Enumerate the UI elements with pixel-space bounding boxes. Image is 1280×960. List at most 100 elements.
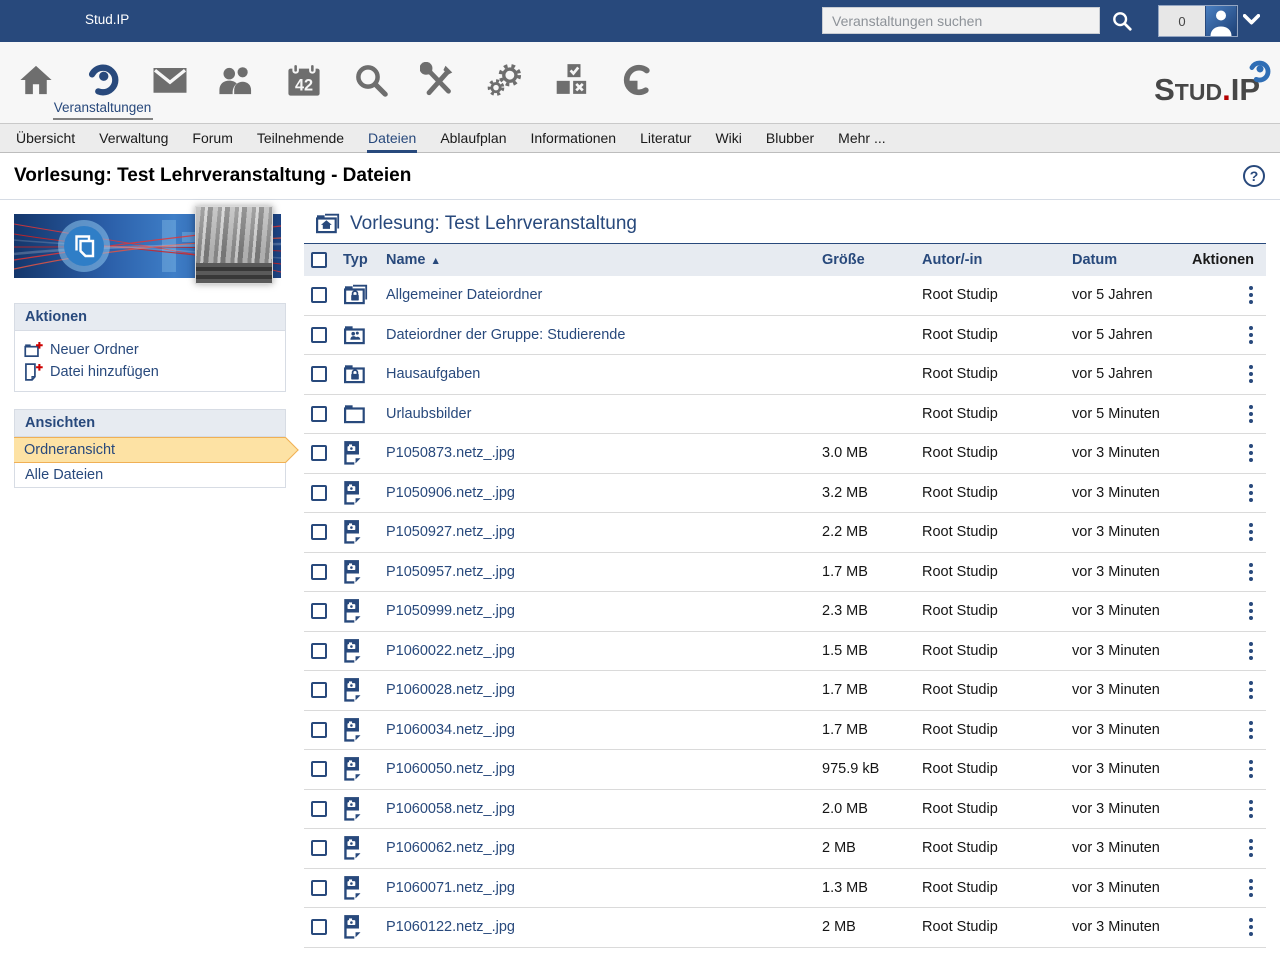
active-view-arrow [273,437,299,463]
row-actions-menu[interactable] [1249,681,1266,700]
file-link[interactable]: P1060122.netz_.jpg [386,919,822,935]
chevron-down-icon[interactable] [1243,14,1260,26]
file-author: Root Studip [922,287,998,304]
row-checkbox[interactable] [311,919,327,936]
row-actions-menu[interactable] [1249,641,1266,660]
file-link[interactable]: Hausaufgaben [386,366,822,382]
row-checkbox[interactable] [311,603,327,620]
table-row: P1060122.netz_.jpg 2 MB Root Studip vor … [304,908,1266,948]
view-all-files[interactable]: Alle Dateien [15,463,285,487]
search-icon[interactable] [1111,10,1133,32]
file-link[interactable]: P1050873.netz_.jpg [386,445,822,461]
nav-messages[interactable] [136,42,203,123]
file-link[interactable]: Allgemeiner Dateiordner [386,287,822,303]
tab-wiki[interactable]: Wiki [703,124,753,152]
nav-resources[interactable] [605,42,672,123]
file-date: vor 3 Minuten [1072,840,1160,857]
file-image-icon [343,519,386,545]
view-folder-view[interactable]: Ordneransicht [14,437,299,463]
row-checkbox[interactable] [311,840,327,857]
nav-admin[interactable] [471,42,538,123]
nav-calendar[interactable]: 42 [270,42,337,123]
tab-blubber[interactable]: Blubber [754,124,826,152]
course-photo [195,206,273,284]
row-actions-menu[interactable] [1249,483,1266,502]
column-name[interactable]: Name ▲ [386,252,822,268]
row-checkbox[interactable] [311,800,327,817]
row-actions-menu[interactable] [1249,839,1266,858]
row-checkbox[interactable] [311,721,327,738]
file-link[interactable]: P1060071.netz_.jpg [386,880,822,896]
file-link[interactable]: P1050957.netz_.jpg [386,564,822,580]
column-date[interactable]: Datum [1072,252,1192,268]
column-size[interactable]: Größe [822,252,922,268]
nav-tools[interactable] [404,42,471,123]
file-link[interactable]: Dateiordner der Gruppe: Studierende [386,327,822,343]
row-actions-menu[interactable] [1249,404,1266,423]
column-author[interactable]: Autor/-in [922,252,1072,268]
row-checkbox[interactable] [311,761,327,778]
vote-icon [555,61,589,98]
tab-dateien[interactable]: Dateien [356,124,428,153]
row-actions-menu[interactable] [1249,523,1266,542]
row-checkbox[interactable] [311,642,327,659]
file-link[interactable]: P1060034.netz_.jpg [386,722,822,738]
tab-verwaltung[interactable]: Verwaltung [87,124,180,152]
row-actions-menu[interactable] [1249,365,1266,384]
row-actions-menu[interactable] [1249,562,1266,581]
row-actions-menu[interactable] [1249,325,1266,344]
file-link[interactable]: Urlaubsbilder [386,406,822,422]
column-typ[interactable]: Typ [343,252,386,268]
tab-ablaufplan[interactable]: Ablaufplan [428,124,518,152]
nav-evaluation[interactable] [538,42,605,123]
row-checkbox[interactable] [311,484,327,501]
row-actions-menu[interactable] [1249,602,1266,621]
notification-count[interactable]: 0 [1159,6,1205,36]
row-checkbox[interactable] [311,524,327,541]
nav-search[interactable] [337,42,404,123]
row-checkbox[interactable] [311,366,327,383]
file-date: vor 3 Minuten [1072,524,1160,541]
row-actions-menu[interactable] [1249,286,1266,305]
tab-mehr[interactable]: Mehr ... [826,124,897,152]
search-icon [353,61,389,98]
add-file-action[interactable]: Datei hinzufügen [24,361,276,383]
tab-informationen[interactable]: Informationen [518,124,628,152]
row-checkbox[interactable] [311,326,327,343]
avatar[interactable] [1205,6,1237,36]
file-table-header: Typ Name ▲ Größe Autor/-in Datum Aktionen [304,243,1266,276]
nav-courses[interactable]: Veranstaltungen [52,42,153,123]
row-checkbox[interactable] [311,405,327,422]
file-link[interactable]: P1060050.netz_.jpg [386,761,822,777]
row-actions-menu[interactable] [1249,918,1266,937]
row-checkbox[interactable] [311,682,327,699]
tab-uebersicht[interactable]: Übersicht [4,124,87,152]
row-actions-menu[interactable] [1249,799,1266,818]
row-checkbox[interactable] [311,563,327,580]
tab-forum[interactable]: Forum [180,124,244,152]
row-actions-menu[interactable] [1249,444,1266,463]
file-link[interactable]: P1050999.netz_.jpg [386,603,822,619]
row-checkbox[interactable] [311,879,327,896]
course-search-input[interactable] [822,7,1100,34]
tab-literatur[interactable]: Literatur [628,124,703,152]
nav-community[interactable] [203,42,270,123]
row-actions-menu[interactable] [1249,878,1266,897]
row-checkbox[interactable] [311,445,327,462]
new-folder-action[interactable]: Neuer Ordner [24,339,276,361]
file-link[interactable]: P1050906.netz_.jpg [386,485,822,501]
community-icon [218,61,256,98]
file-link[interactable]: P1050927.netz_.jpg [386,524,822,540]
main-navigation: Veranstaltungen 42 STUD.IP [0,42,1280,123]
tab-teilnehmende[interactable]: Teilnehmende [245,124,356,152]
help-icon[interactable]: ? [1243,165,1265,187]
file-link[interactable]: P1060058.netz_.jpg [386,801,822,817]
select-all-checkbox[interactable] [311,252,327,268]
table-row: P1050999.netz_.jpg 2.3 MB Root Studip vo… [304,592,1266,632]
file-link[interactable]: P1060022.netz_.jpg [386,643,822,659]
row-actions-menu[interactable] [1249,720,1266,739]
file-link[interactable]: P1060028.netz_.jpg [386,682,822,698]
row-actions-menu[interactable] [1249,760,1266,779]
row-checkbox[interactable] [311,287,327,304]
file-link[interactable]: P1060062.netz_.jpg [386,840,822,856]
